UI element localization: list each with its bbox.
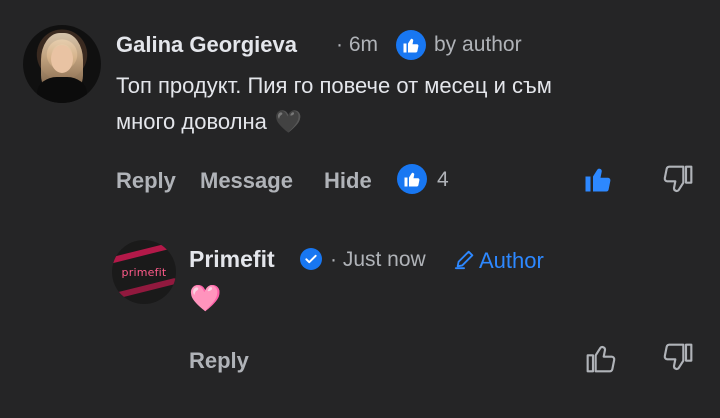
reply-author-name[interactable]: Primefit: [189, 246, 275, 273]
comment-timestamp[interactable]: · 6m: [336, 33, 378, 57]
hide-button[interactable]: Hide: [324, 168, 372, 194]
logo-stripe: [112, 241, 176, 265]
pencil-icon: [454, 248, 476, 270]
avatar-primefit[interactable]: primefit: [112, 240, 176, 304]
downvote-icon-reply[interactable]: [662, 342, 694, 374]
upvote-icon[interactable]: [585, 342, 617, 374]
avatar-face: [51, 45, 73, 73]
comment-author-name[interactable]: Galina Georgieva: [116, 32, 297, 58]
reaction-count[interactable]: 4: [437, 168, 449, 192]
avatar-body: [37, 77, 87, 103]
like-reaction-icon[interactable]: [397, 164, 427, 194]
comment-text-line-1: Топ продукт. Пия го повече от месец и съ…: [116, 73, 552, 98]
message-button[interactable]: Message: [200, 168, 293, 194]
comment-text-line-2: много доволна: [116, 109, 267, 134]
reply-timestamp[interactable]: · Just now: [330, 248, 426, 272]
downvote-icon[interactable]: [662, 164, 694, 196]
liked-by-author-label: by author: [434, 33, 522, 56]
pink-heart-emoji: 🩷: [189, 283, 222, 313]
upvote-filled-icon[interactable]: [583, 164, 613, 194]
author-like-icon: [396, 30, 426, 60]
reply-to-reply-button[interactable]: Reply: [189, 348, 249, 374]
author-badge-label: Author: [479, 248, 544, 273]
verified-badge-icon: [300, 248, 322, 270]
black-heart-emoji: 🖤: [274, 109, 303, 134]
avatar-galina-georgieva[interactable]: [23, 25, 101, 103]
primefit-logo-text: primefit: [121, 265, 167, 279]
comment-text: Топ продукт. Пия го повече от месец и съ…: [116, 68, 706, 140]
logo-stripe: [112, 277, 176, 301]
reply-button[interactable]: Reply: [116, 168, 176, 194]
